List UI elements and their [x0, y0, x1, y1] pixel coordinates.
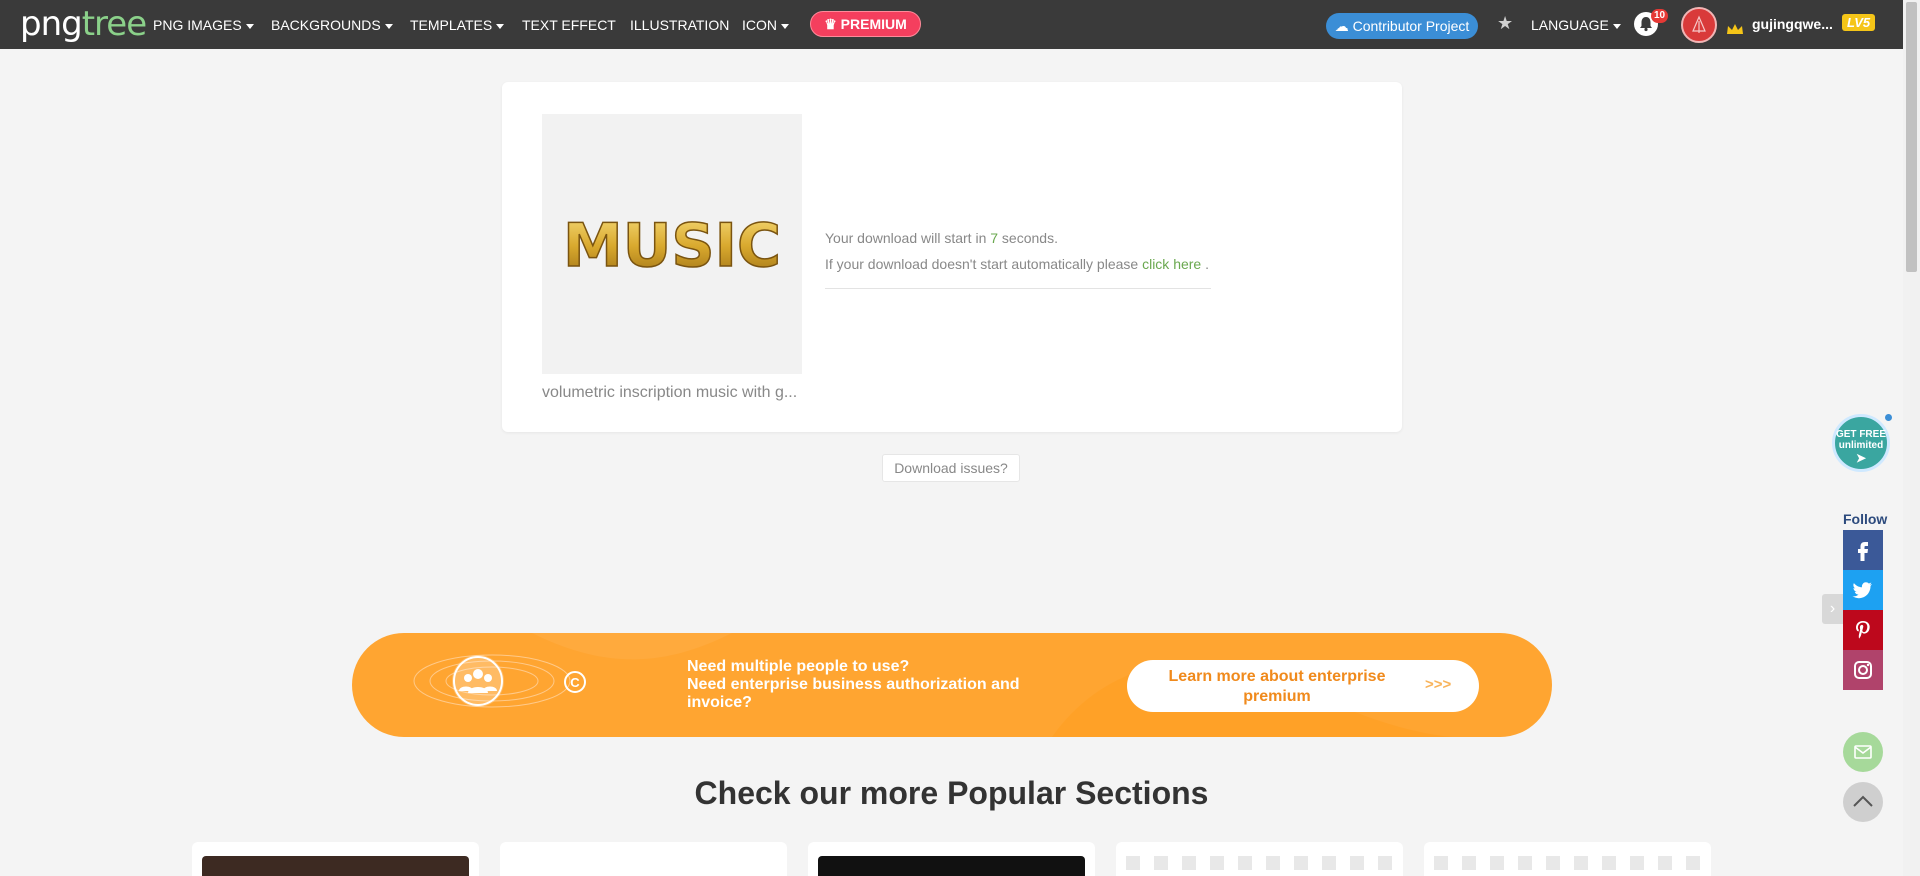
premium-label: PREMIUM — [840, 16, 907, 32]
nav-text-effect[interactable]: TEXT EFFECT — [522, 16, 616, 34]
nav-templates[interactable]: TEMPLATES — [410, 16, 505, 34]
enterprise-line-2: Need enterprise business authorization a… — [687, 676, 1020, 711]
enterprise-line-1: Need multiple people to use? — [687, 658, 910, 675]
enterprise-premium-button[interactable]: Learn more about enterprise premium >>> — [1127, 660, 1479, 712]
premium-button[interactable]: ♛ PREMIUM — [810, 11, 921, 37]
chevron-down-icon — [781, 23, 789, 29]
preview-thumbnail[interactable]: MUSIC — [542, 114, 802, 374]
popular-card[interactable] — [808, 842, 1095, 876]
divider — [825, 288, 1211, 289]
pinterest-icon[interactable] — [1843, 610, 1883, 650]
popular-card[interactable] — [1116, 842, 1403, 876]
instagram-icon[interactable] — [1843, 650, 1883, 690]
share-icon: ➤ — [1855, 451, 1867, 465]
username[interactable]: gujingqwe... — [1752, 16, 1833, 32]
popular-sections-title: Check our more Popular Sections — [694, 775, 1209, 811]
cloud-upload-icon: ☁ — [1334, 18, 1349, 34]
countdown-prefix: Your download will start in — [825, 230, 991, 246]
countdown-suffix: seconds. — [998, 230, 1058, 246]
nav-png-images[interactable]: PNG IMAGES — [153, 16, 254, 34]
download-card: MUSIC volumetric inscription music with … — [502, 82, 1402, 432]
thumbnail-word: MUSIC — [563, 211, 781, 281]
scrollbar-thumb[interactable] — [1906, 2, 1917, 272]
click-here-link[interactable]: click here — [1142, 256, 1201, 272]
notification-dot — [1885, 414, 1892, 421]
popular-card[interactable] — [500, 842, 787, 876]
countdown-seconds: 7 — [990, 230, 999, 246]
contributor-project-button[interactable]: ☁ Contributor Project — [1326, 13, 1478, 39]
fallback-prefix: If your download doesn't start automatic… — [825, 256, 1143, 272]
crown-icon: ♛ — [824, 16, 837, 32]
popular-card[interactable] — [192, 842, 479, 876]
download-fallback-text: If your download doesn't start automatic… — [825, 256, 1209, 272]
mail-icon[interactable] — [1843, 732, 1883, 772]
card-image — [202, 856, 469, 876]
checker-placeholder — [1126, 856, 1393, 876]
logo-part-png: png — [20, 4, 83, 44]
facebook-icon[interactable] — [1843, 530, 1883, 570]
nav-illustration[interactable]: ILLUSTRATION — [630, 16, 729, 34]
download-countdown-text: Your download will start in 7 seconds. — [825, 230, 1058, 246]
logo-part-tree: tree — [81, 4, 147, 44]
back-to-top-icon[interactable] — [1843, 782, 1883, 822]
get-free-line-2: unlimited — [1838, 440, 1884, 451]
chevron-down-icon — [245, 23, 254, 29]
thumbnail-title[interactable]: volumetric inscription music with g... — [542, 384, 804, 402]
nav-icon[interactable]: ICON — [742, 16, 789, 34]
contributor-label: Contributor Project — [1352, 18, 1470, 34]
get-free-line-1: GET FREE — [1835, 429, 1886, 440]
language-label: LANGUAGE — [1531, 17, 1609, 33]
enterprise-message: Need multiple people to use? Need enterp… — [687, 658, 1047, 712]
nav-label: TEXT EFFECT — [522, 17, 616, 33]
language-dropdown[interactable]: LANGUAGE — [1531, 16, 1621, 34]
follow-label: Follow — [1843, 511, 1888, 527]
chevron-down-icon — [496, 23, 505, 29]
card-image — [818, 856, 1085, 876]
chevron-right-icon[interactable]: › — [1822, 594, 1843, 624]
star-icon[interactable]: ★ — [1497, 13, 1513, 34]
enterprise-banner: C Need multiple people to use? Need ente… — [352, 633, 1552, 737]
level-badge: LV5 — [1842, 14, 1876, 31]
top-navigation-bar: pngtree PNG IMAGES BACKGROUNDS TEMPLATES… — [0, 0, 1920, 49]
popular-card[interactable] — [1424, 842, 1711, 876]
pngtree-logo[interactable]: pngtree — [20, 7, 147, 41]
chevron-down-icon — [384, 23, 393, 29]
notification-count-badge: 10 — [1651, 9, 1669, 23]
fallback-suffix: . — [1201, 256, 1209, 272]
avatar[interactable] — [1681, 7, 1717, 43]
nav-label: BACKGROUNDS — [271, 17, 381, 33]
nav-label: PNG IMAGES — [153, 17, 242, 33]
vip-crown-icon — [1726, 22, 1744, 36]
download-issues-button[interactable]: Download issues? — [882, 454, 1020, 482]
twitter-icon[interactable] — [1843, 570, 1883, 610]
chevron-down-icon — [1612, 23, 1621, 29]
checker-placeholder — [1434, 856, 1701, 876]
nav-label: ILLUSTRATION — [630, 17, 730, 33]
nav-label: ICON — [742, 17, 777, 33]
arrow-right-icon: >>> — [1425, 676, 1452, 693]
get-free-unlimited-button[interactable]: GET FREE unlimited ➤ — [1832, 414, 1890, 472]
nav-label: TEMPLATES — [410, 17, 493, 33]
enterprise-button-label: Learn more about enterprise premium — [1168, 668, 1386, 705]
nav-backgrounds[interactable]: BACKGROUNDS — [271, 16, 393, 34]
svg-text:C: C — [570, 675, 580, 690]
